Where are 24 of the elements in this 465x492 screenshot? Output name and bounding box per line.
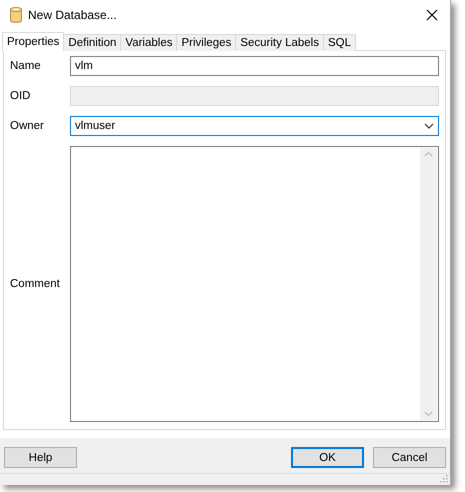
field-label: Name <box>10 60 42 72</box>
tab[interactable]: Definition <box>63 34 122 51</box>
text-field[interactable]: vlm <box>70 56 439 76</box>
window-title: New Database... <box>28 8 118 22</box>
comment-field[interactable] <box>70 146 439 422</box>
scrollbar[interactable] <box>420 148 437 420</box>
dialog-button[interactable]: Help <box>4 447 77 468</box>
dialog-button[interactable]: Cancel <box>373 447 446 468</box>
scroll-down-icon[interactable] <box>424 411 433 417</box>
database-icon <box>10 7 22 23</box>
chevron-down-icon <box>424 123 434 129</box>
tab[interactable]: SQL <box>322 34 356 51</box>
close-icon <box>426 9 438 21</box>
dropdown-field[interactable]: vlmuser <box>70 116 439 136</box>
field-label: Owner <box>10 120 45 132</box>
field-label: Comment <box>10 278 61 290</box>
scroll-up-icon[interactable] <box>424 151 433 157</box>
resize-grip-icon[interactable] <box>439 474 448 483</box>
tab[interactable]: Properties <box>2 32 64 51</box>
tab[interactable]: Variables <box>120 34 178 51</box>
field-label: OID <box>10 90 32 102</box>
tab[interactable]: Privileges <box>176 34 236 51</box>
dialog-button[interactable]: OK <box>291 447 364 468</box>
tab[interactable]: Security Labels <box>235 34 324 51</box>
